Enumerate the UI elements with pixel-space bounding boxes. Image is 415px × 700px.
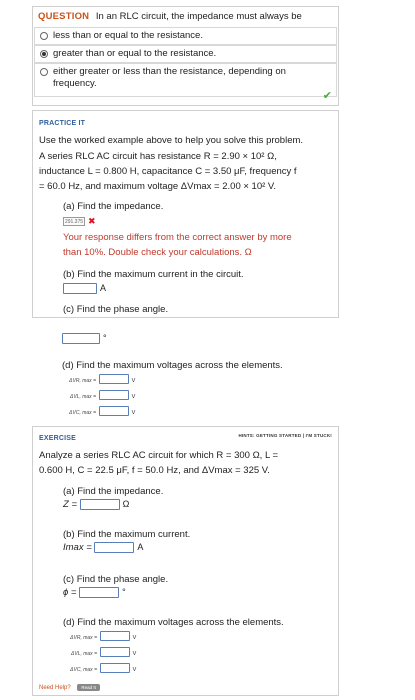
radio-button[interactable]	[40, 32, 48, 40]
question-box: QUESTION In an RLC circuit, the impedanc…	[32, 6, 339, 106]
exercise-a-unit: Ω	[122, 499, 130, 510]
practice-a-feedback-2: than 10%. Double check your calculations…	[63, 247, 252, 258]
practice-d-l-unit: V	[131, 394, 136, 400]
practice-d-c-input[interactable]	[98, 406, 129, 417]
read-it-button[interactable]: Read It	[77, 684, 100, 691]
practice-d-r-unit: V	[131, 378, 136, 384]
practice-c-input[interactable]	[62, 333, 100, 344]
practice-d-row-r: ΔVR, max = V	[62, 374, 135, 385]
practice-d-label: (d) Find the maximum voltages across the…	[62, 360, 283, 371]
practice-b-input[interactable]	[63, 283, 97, 294]
practice-problem-2: inductance L = 0.800 H, capacitance C = …	[39, 166, 297, 177]
incorrect-x-icon: ✖	[88, 216, 96, 226]
exercise-problem-1: Analyze a series RLC AC circuit for whic…	[39, 450, 279, 461]
exercise-b-input[interactable]	[94, 542, 135, 553]
exercise-d-c-input[interactable]	[99, 663, 130, 674]
practice-a-feedback-1: Your response differs from the correct a…	[63, 232, 292, 243]
exercise-a-input[interactable]	[79, 499, 120, 510]
exercise-problem-2: 0.600 H, C = 22.5 μF, f = 50.0 Hz, and Δ…	[39, 465, 270, 476]
checkmark-icon: ✔	[322, 90, 332, 102]
practice-problem-3: = 60.0 Hz, and maximum voltage ΔVmax = 2…	[39, 181, 277, 192]
page: QUESTION In an RLC circuit, the impedanc…	[0, 0, 415, 700]
practice-c-label: (c) Find the phase angle.	[63, 304, 169, 315]
practice-d-r-input[interactable]	[98, 374, 129, 385]
practice-a-label: (a) Find the impedance.	[63, 201, 164, 212]
exercise-c-input[interactable]	[79, 587, 120, 598]
exercise-c-label: (c) Find the phase angle.	[63, 574, 169, 585]
radio-button-selected[interactable]	[40, 50, 48, 58]
exercise-a-prefix: Z =	[63, 499, 77, 511]
exercise-section: EXERCISE HINTS: GETTING STARTED | I'M ST…	[32, 426, 339, 696]
practice-d-c-label: ΔVC, max =	[69, 410, 96, 416]
need-help-label: Need Help?	[39, 685, 71, 691]
exercise-a-row: Z = Ω	[63, 499, 129, 510]
option-greater[interactable]: greater than or equal to the resistance.	[34, 45, 337, 63]
option-either[interactable]: either greater or less than the resistan…	[34, 63, 337, 97]
practice-d-c-unit: V	[131, 410, 136, 416]
question-text: In an RLC circuit, the impedance must al…	[95, 11, 302, 22]
practice-section: PRACTICE IT Use the worked example above…	[32, 110, 339, 318]
exercise-c-row: ϕ = °	[63, 587, 126, 598]
practice-d-row-l: ΔVL, max = V	[62, 390, 135, 401]
exercise-d-l-input[interactable]	[99, 647, 130, 658]
practice-b-label: (b) Find the maximum current in the circ…	[63, 269, 244, 280]
exercise-d-row-c: ΔVC, max = V	[63, 663, 136, 674]
practice-d-row-c: ΔVC, max = V	[62, 406, 135, 417]
practice-a-row: 291.375 ✖	[63, 216, 96, 227]
exercise-b-row: Imax = A	[63, 542, 143, 553]
option-less[interactable]: less than or equal to the resistance.	[34, 27, 337, 45]
exercise-d-label: (d) Find the maximum voltages across the…	[63, 617, 284, 628]
exercise-d-c-unit: V	[132, 667, 137, 673]
exercise-c-unit: °	[122, 587, 126, 598]
practice-a-answer[interactable]: 291.375	[63, 216, 85, 226]
practice-heading: PRACTICE IT	[39, 120, 86, 127]
hints-links[interactable]: HINTS: GETTING STARTED | I'M STUCK!	[239, 433, 333, 438]
exercise-d-r-unit: V	[132, 635, 137, 641]
exercise-d-row-r: ΔVR, max = V	[63, 631, 136, 642]
practice-c-unit: °	[103, 333, 107, 344]
exercise-d-l-label: ΔVL, max =	[70, 651, 97, 657]
exercise-b-label: (b) Find the maximum current.	[63, 529, 191, 540]
practice-d-l-label: ΔVL, max =	[69, 394, 96, 400]
exercise-d-r-label: ΔVR, max =	[70, 635, 97, 641]
radio-button[interactable]	[40, 68, 48, 76]
exercise-a-label: (a) Find the impedance.	[63, 486, 164, 497]
exercise-b-unit: A	[137, 542, 144, 553]
question-header: QUESTION In an RLC circuit, the impedanc…	[38, 11, 302, 23]
practice-b-unit: A	[100, 283, 107, 294]
exercise-d-l-unit: V	[132, 651, 137, 657]
practice-b-row: A	[63, 283, 106, 294]
exercise-d-r-input[interactable]	[99, 631, 130, 642]
practice-intro: Use the worked example above to help you…	[39, 135, 304, 146]
practice-d-r-label: ΔVR, max =	[69, 378, 96, 384]
practice-problem-1: A series RLC AC circuit has resistance R…	[39, 151, 277, 162]
exercise-d-row-l: ΔVL, max = V	[63, 647, 136, 658]
exercise-d-c-label: ΔVC, max =	[70, 667, 97, 673]
option-label: less than or equal to the resistance.	[53, 30, 203, 41]
need-help-row: Need Help? Read It	[39, 681, 100, 692]
exercise-heading: EXERCISE	[39, 435, 76, 442]
question-tag: QUESTION	[38, 11, 90, 22]
exercise-c-prefix: ϕ =	[63, 587, 77, 599]
exercise-b-prefix: Imax =	[63, 542, 92, 554]
option-label: either greater or less than the resistan…	[53, 66, 286, 89]
practice-c-row: °	[62, 333, 107, 344]
practice-d-l-input[interactable]	[98, 390, 129, 401]
option-label: greater than or equal to the resistance.	[53, 48, 217, 59]
